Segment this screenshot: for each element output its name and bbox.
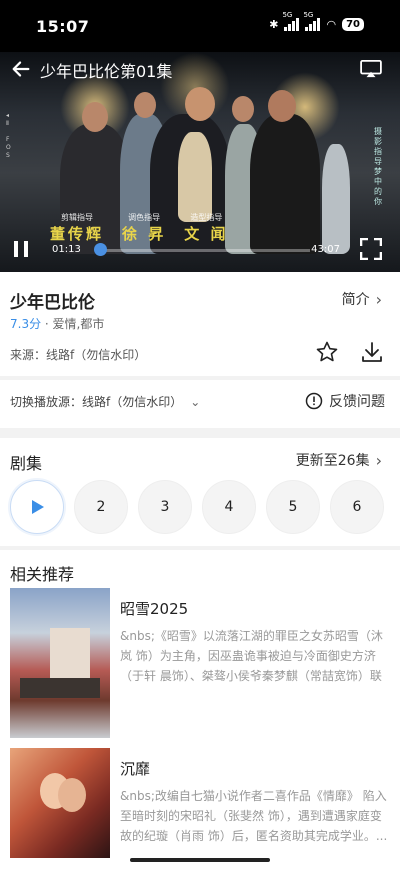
info-circle-icon xyxy=(305,392,323,410)
episodes-heading: 剧集 xyxy=(10,454,43,473)
status-icons: ✱ 5G 5G ◠ 70 xyxy=(269,11,364,31)
back-arrow-icon[interactable] xyxy=(10,58,32,80)
show-meta: 7.3分 · 爱情,都市 xyxy=(10,315,104,332)
chevron-right-icon: › xyxy=(375,289,382,309)
status-bar: 15:07 ✱ 5G 5G ◠ 70 xyxy=(0,0,400,52)
credit-item: 剪辑指导 董传辉 xyxy=(50,213,105,243)
signal-icon: 5G xyxy=(282,11,300,31)
video-player[interactable]: ◂ Ⅱ F O S 摄影指导 梦中的你 剪辑指导 董传辉 调色指导 徐 昇 造型指导 文… xyxy=(0,52,400,272)
episode-button[interactable]: 3 xyxy=(138,480,192,534)
switch-source-dropdown[interactable]: 切换播放源：线路f（勿信水印） ⌄ xyxy=(10,393,200,410)
favorite-star-icon[interactable] xyxy=(315,340,339,364)
source-label: 来源：线路f（勿信水印） xyxy=(10,348,147,362)
feedback-label: 反馈问题 xyxy=(329,394,385,410)
credit-item: 造型指导 文 闻 xyxy=(184,213,229,243)
recommend-item[interactable]: 昭雪2025 &nbs;《昭雪》以流落江湖的罪臣之女苏昭雪（沐岚 饰）为主角，因… xyxy=(10,588,390,738)
progress-track[interactable] xyxy=(100,249,310,252)
video-title: 少年巴比伦第01集 xyxy=(40,62,173,81)
pause-icon[interactable] xyxy=(12,240,30,258)
side-credit-text: 摄影指导 梦中的你 xyxy=(374,127,382,206)
play-icon xyxy=(32,500,44,514)
poster-image xyxy=(10,588,110,738)
episode-list: 2 3 4 5 6 xyxy=(10,480,400,534)
poster-image xyxy=(10,748,110,858)
fullscreen-icon[interactable] xyxy=(360,238,382,260)
recommend-desc: &nbs;《昭雪》以流落江湖的罪臣之女苏昭雪（沐岚 饰）为主角，因巫蛊诡事被迫与… xyxy=(120,629,383,683)
section-divider xyxy=(0,376,400,380)
episodes-more-button[interactable]: 更新至26集 › xyxy=(296,450,382,470)
genres: · 爱情,都市 xyxy=(44,317,105,331)
status-time: 15:07 xyxy=(36,17,90,36)
feedback-button[interactable]: 反馈问题 xyxy=(305,391,385,411)
bluetooth-icon: ✱ xyxy=(269,17,279,31)
recommend-desc: &nbs;改编自七猫小说作者二喜作品《情靡》 陷入至暗时刻的宋昭礼（张斐然 饰）… xyxy=(120,789,388,843)
home-indicator[interactable] xyxy=(130,858,270,862)
brief-label: 简介 xyxy=(341,292,370,308)
brief-button[interactable]: 简介 › xyxy=(342,289,382,309)
episode-button[interactable]: 4 xyxy=(202,480,256,534)
episode-button[interactable]: 5 xyxy=(266,480,320,534)
chevron-right-icon: › xyxy=(375,450,382,470)
credit-item: 调色指导 徐 昇 xyxy=(122,213,167,243)
section-divider xyxy=(0,428,400,438)
download-icon[interactable] xyxy=(360,340,384,364)
show-title: 少年巴比伦 xyxy=(10,293,95,313)
opening-credits: 剪辑指导 董传辉 调色指导 徐 昇 造型指导 文 闻 xyxy=(50,212,228,244)
episodes-update-label: 更新至26集 xyxy=(295,453,370,469)
signal-icon-2: 5G xyxy=(303,11,321,31)
cast-icon[interactable] xyxy=(360,60,382,78)
recommend-title: 沉靡 xyxy=(120,760,151,778)
progress-knob[interactable] xyxy=(94,243,107,256)
section-divider xyxy=(0,546,400,550)
recommend-title: 昭雪2025 xyxy=(120,600,189,618)
episode-button[interactable]: 6 xyxy=(330,480,384,534)
recommend-item[interactable]: 沉靡 &nbs;改编自七猫小说作者二喜作品《情靡》 陷入至暗时刻的宋昭礼（张斐然… xyxy=(10,748,390,858)
episode-button[interactable]: 2 xyxy=(74,480,128,534)
switch-source-label: 切换播放源：线路f（勿信水印） xyxy=(10,395,183,409)
current-time: 01:13 xyxy=(52,244,81,255)
score: 7.3分 xyxy=(10,317,42,331)
total-time: 43:07 xyxy=(311,244,340,255)
recommend-heading: 相关推荐 xyxy=(10,565,75,584)
chevron-down-icon: ⌄ xyxy=(190,394,201,409)
battery-icon: 70 xyxy=(342,17,364,31)
episode-current-play[interactable] xyxy=(10,480,64,534)
wifi-icon: ◠ xyxy=(326,17,337,31)
side-watermark-left: ◂ Ⅱ F O S xyxy=(6,112,11,159)
